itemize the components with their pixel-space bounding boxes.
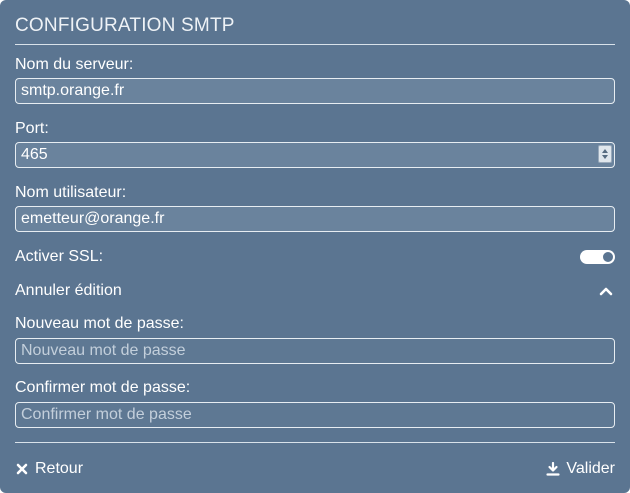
download-icon	[546, 462, 560, 476]
ssl-label: Activer SSL:	[15, 248, 104, 265]
validate-button[interactable]: Valider	[546, 460, 615, 478]
port-label: Port:	[15, 120, 49, 137]
server-label: Nom du serveur:	[15, 56, 134, 73]
back-button-label: Retour	[35, 460, 84, 477]
confirm-password-label: Confirmer mot de passe:	[15, 379, 191, 396]
port-input[interactable]	[15, 142, 615, 168]
ssl-toggle-knob	[603, 252, 613, 262]
user-input[interactable]	[15, 206, 615, 232]
cancel-edit-link[interactable]: Annuler édition	[15, 282, 122, 300]
validate-button-label: Valider	[566, 460, 615, 477]
back-button[interactable]: Retour	[16, 460, 83, 478]
spinner-up-icon[interactable]	[602, 149, 608, 153]
close-icon	[16, 463, 28, 475]
header-divider	[15, 44, 615, 45]
server-input[interactable]	[15, 78, 615, 104]
new-password-input[interactable]	[15, 338, 615, 364]
port-field-wrapper	[15, 142, 615, 168]
confirm-password-input[interactable]	[15, 402, 615, 428]
new-password-label: Nouveau mot de passe:	[15, 315, 184, 332]
spinner-down-icon[interactable]	[602, 155, 608, 159]
chevron-up-icon[interactable]	[599, 286, 613, 296]
user-label: Nom utilisateur:	[15, 184, 127, 201]
ssl-toggle[interactable]	[580, 250, 615, 264]
footer-divider	[15, 442, 615, 443]
smtp-config-panel: CONFIGURATION SMTP Nom du serveur: Port:…	[0, 0, 630, 493]
panel-title: CONFIGURATION SMTP	[15, 15, 235, 36]
port-spinner[interactable]	[598, 145, 612, 163]
